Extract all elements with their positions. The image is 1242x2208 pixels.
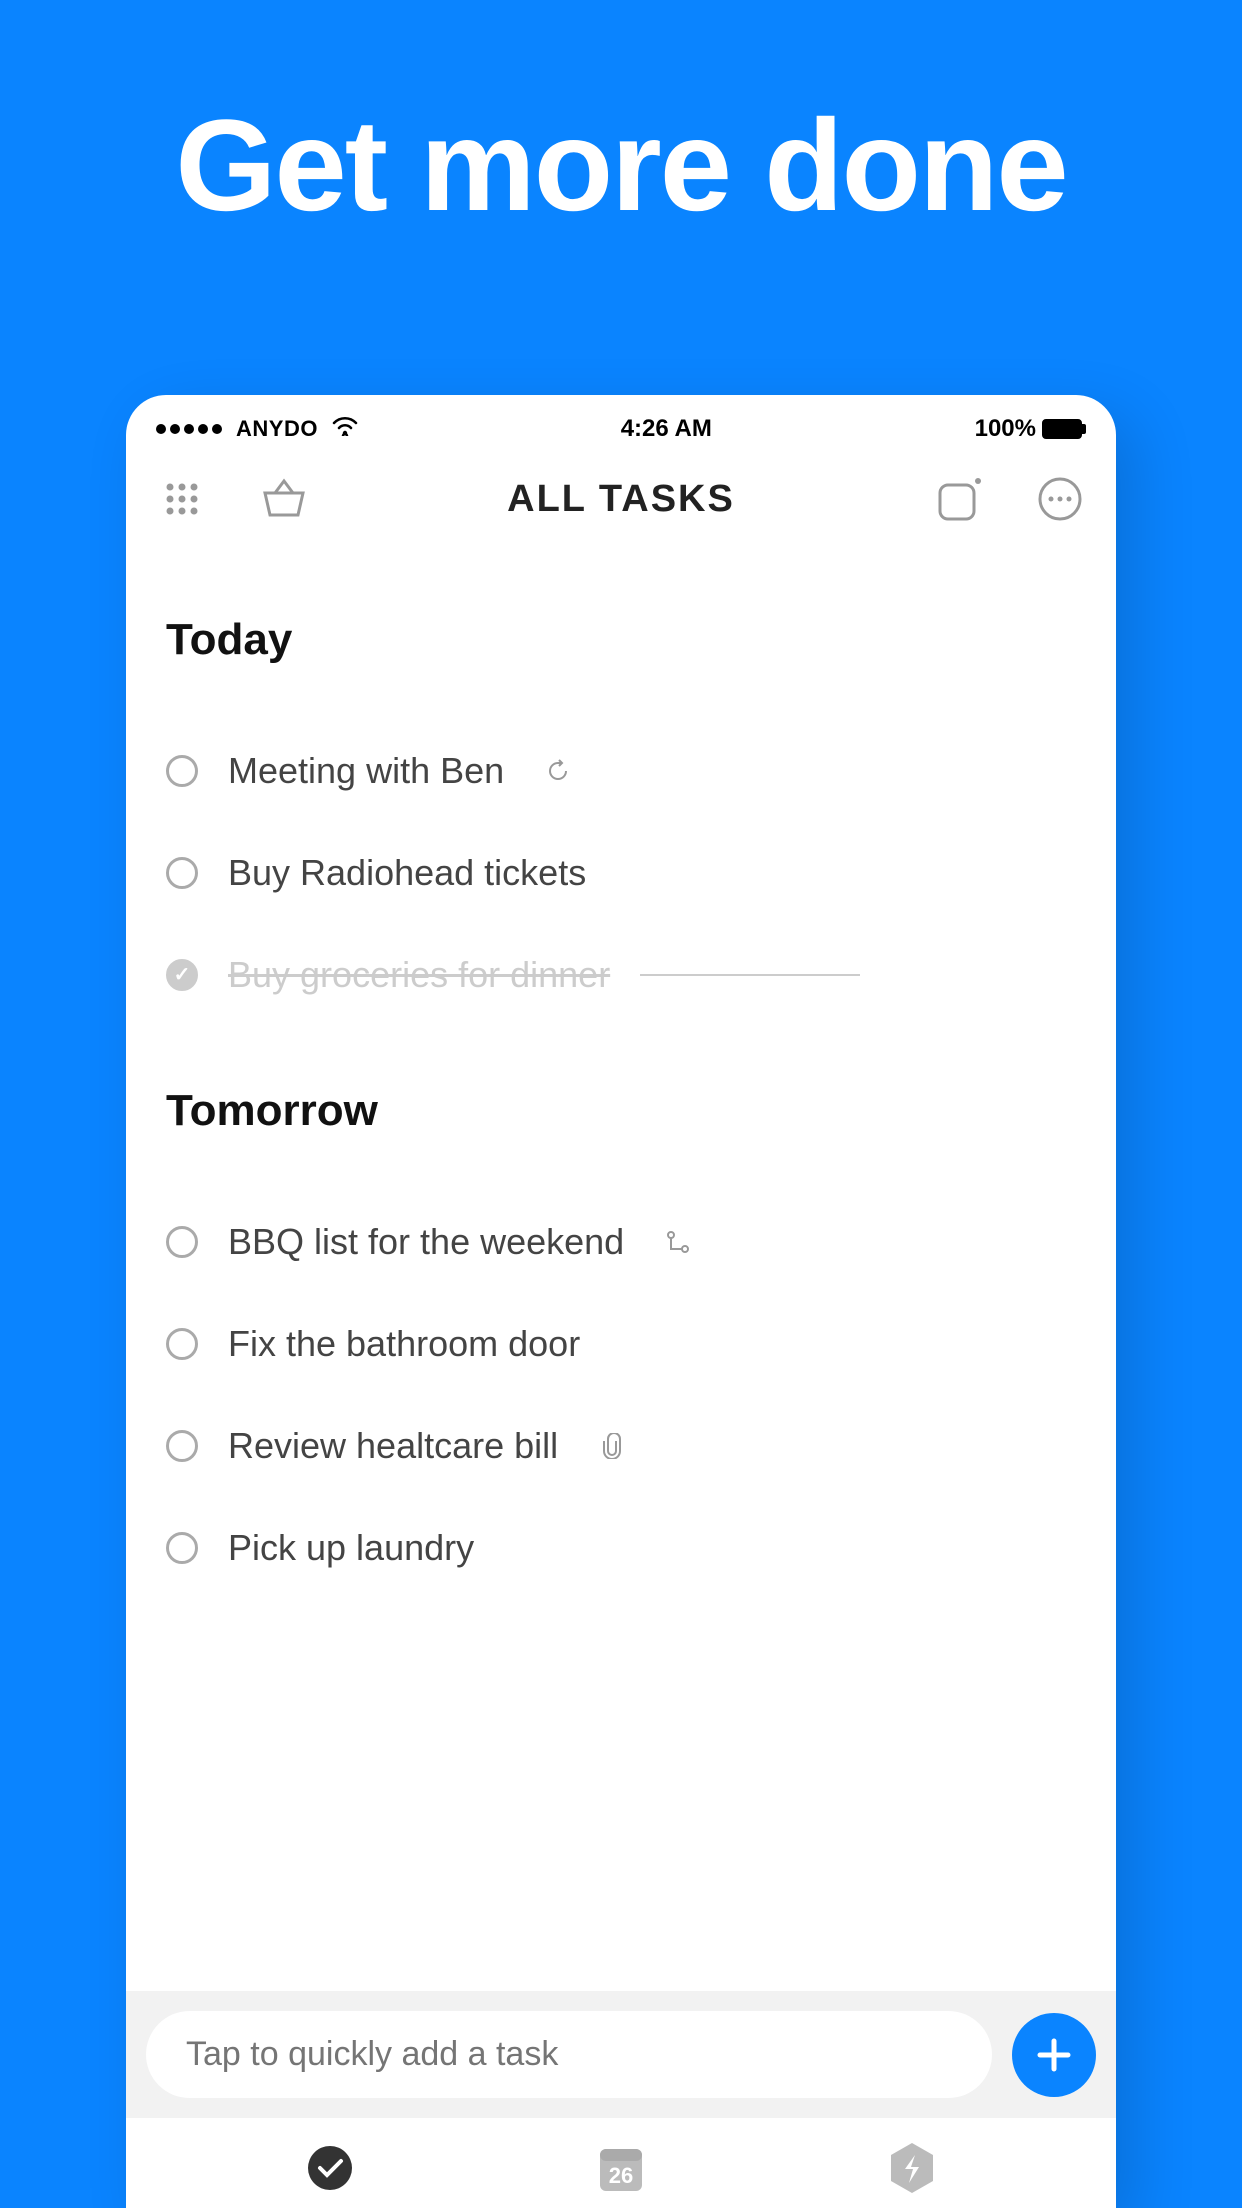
nav-bar: ALL TASKS (126, 453, 1116, 555)
section-header-today[interactable]: Today (166, 615, 1076, 665)
task-list: Today Meeting with Ben Buy Radiohead tic… (126, 555, 1116, 1599)
task-row[interactable]: BBQ list for the weekend (166, 1191, 1076, 1293)
task-checkbox[interactable] (166, 857, 198, 889)
battery-percent: 100% (975, 415, 1036, 443)
task-checkbox[interactable] (166, 1328, 198, 1360)
task-label: Pick up laundry (228, 1527, 474, 1569)
task-label: Meeting with Ben (228, 750, 504, 792)
task-checkbox[interactable] (166, 1226, 198, 1258)
tab-moment[interactable] (887, 2141, 937, 2195)
status-bar-time: 4:26 AM (621, 415, 712, 443)
task-label: BBQ list for the weekend (228, 1221, 624, 1263)
bolt-hexagon-icon (887, 2141, 937, 2195)
add-task-button[interactable] (1012, 2013, 1096, 2097)
task-checkbox[interactable] (166, 1532, 198, 1564)
task-checkbox[interactable] (166, 1430, 198, 1462)
tab-bar: 26 (126, 2118, 1116, 2208)
basket-icon[interactable] (258, 473, 310, 525)
check-circle-icon (305, 2143, 355, 2193)
quick-add-input[interactable] (146, 2011, 992, 2098)
svg-text:26: 26 (609, 2163, 633, 2188)
calendar-icon: 26 (594, 2141, 648, 2195)
tab-calendar[interactable]: 26 (594, 2141, 648, 2195)
signal-dots-icon (156, 424, 222, 434)
task-row[interactable]: Buy groceries for dinner (166, 924, 1076, 1026)
nav-title: ALL TASKS (507, 478, 735, 521)
task-row[interactable]: Meeting with Ben (166, 720, 1076, 822)
status-bar-left: ANYDO (156, 415, 358, 443)
task-checkbox-done[interactable] (166, 959, 198, 991)
task-checkbox[interactable] (166, 755, 198, 787)
task-label: Buy groceries for dinner (228, 954, 610, 996)
quick-add-bar (126, 1991, 1116, 2118)
task-row[interactable]: Buy Radiohead tickets (166, 822, 1076, 924)
phone-frame: ANYDO 4:26 AM 100% (126, 395, 1116, 2208)
attachment-icon (598, 1432, 626, 1460)
strike-line (640, 974, 860, 976)
task-label: Review healtcare bill (228, 1425, 558, 1467)
task-label: Fix the bathroom door (228, 1323, 580, 1365)
task-row[interactable]: Fix the bathroom door (166, 1293, 1076, 1395)
section-header-tomorrow[interactable]: Tomorrow (166, 1086, 1076, 1136)
wifi-icon (332, 415, 358, 443)
more-icon[interactable] (1034, 473, 1086, 525)
hero-headline: Get more done (0, 0, 1242, 240)
compose-icon[interactable] (932, 473, 984, 525)
battery-icon (1042, 419, 1086, 439)
status-bar: ANYDO 4:26 AM 100% (126, 395, 1116, 453)
carrier-label: ANYDO (236, 416, 318, 442)
status-bar-right: 100% (975, 415, 1086, 443)
task-row[interactable]: Review healtcare bill (166, 1395, 1076, 1497)
subtasks-icon (664, 1228, 692, 1256)
menu-grid-icon[interactable] (156, 473, 208, 525)
recurring-icon (544, 757, 572, 785)
tab-tasks[interactable] (305, 2143, 355, 2193)
task-row[interactable]: Pick up laundry (166, 1497, 1076, 1599)
task-label: Buy Radiohead tickets (228, 852, 586, 894)
